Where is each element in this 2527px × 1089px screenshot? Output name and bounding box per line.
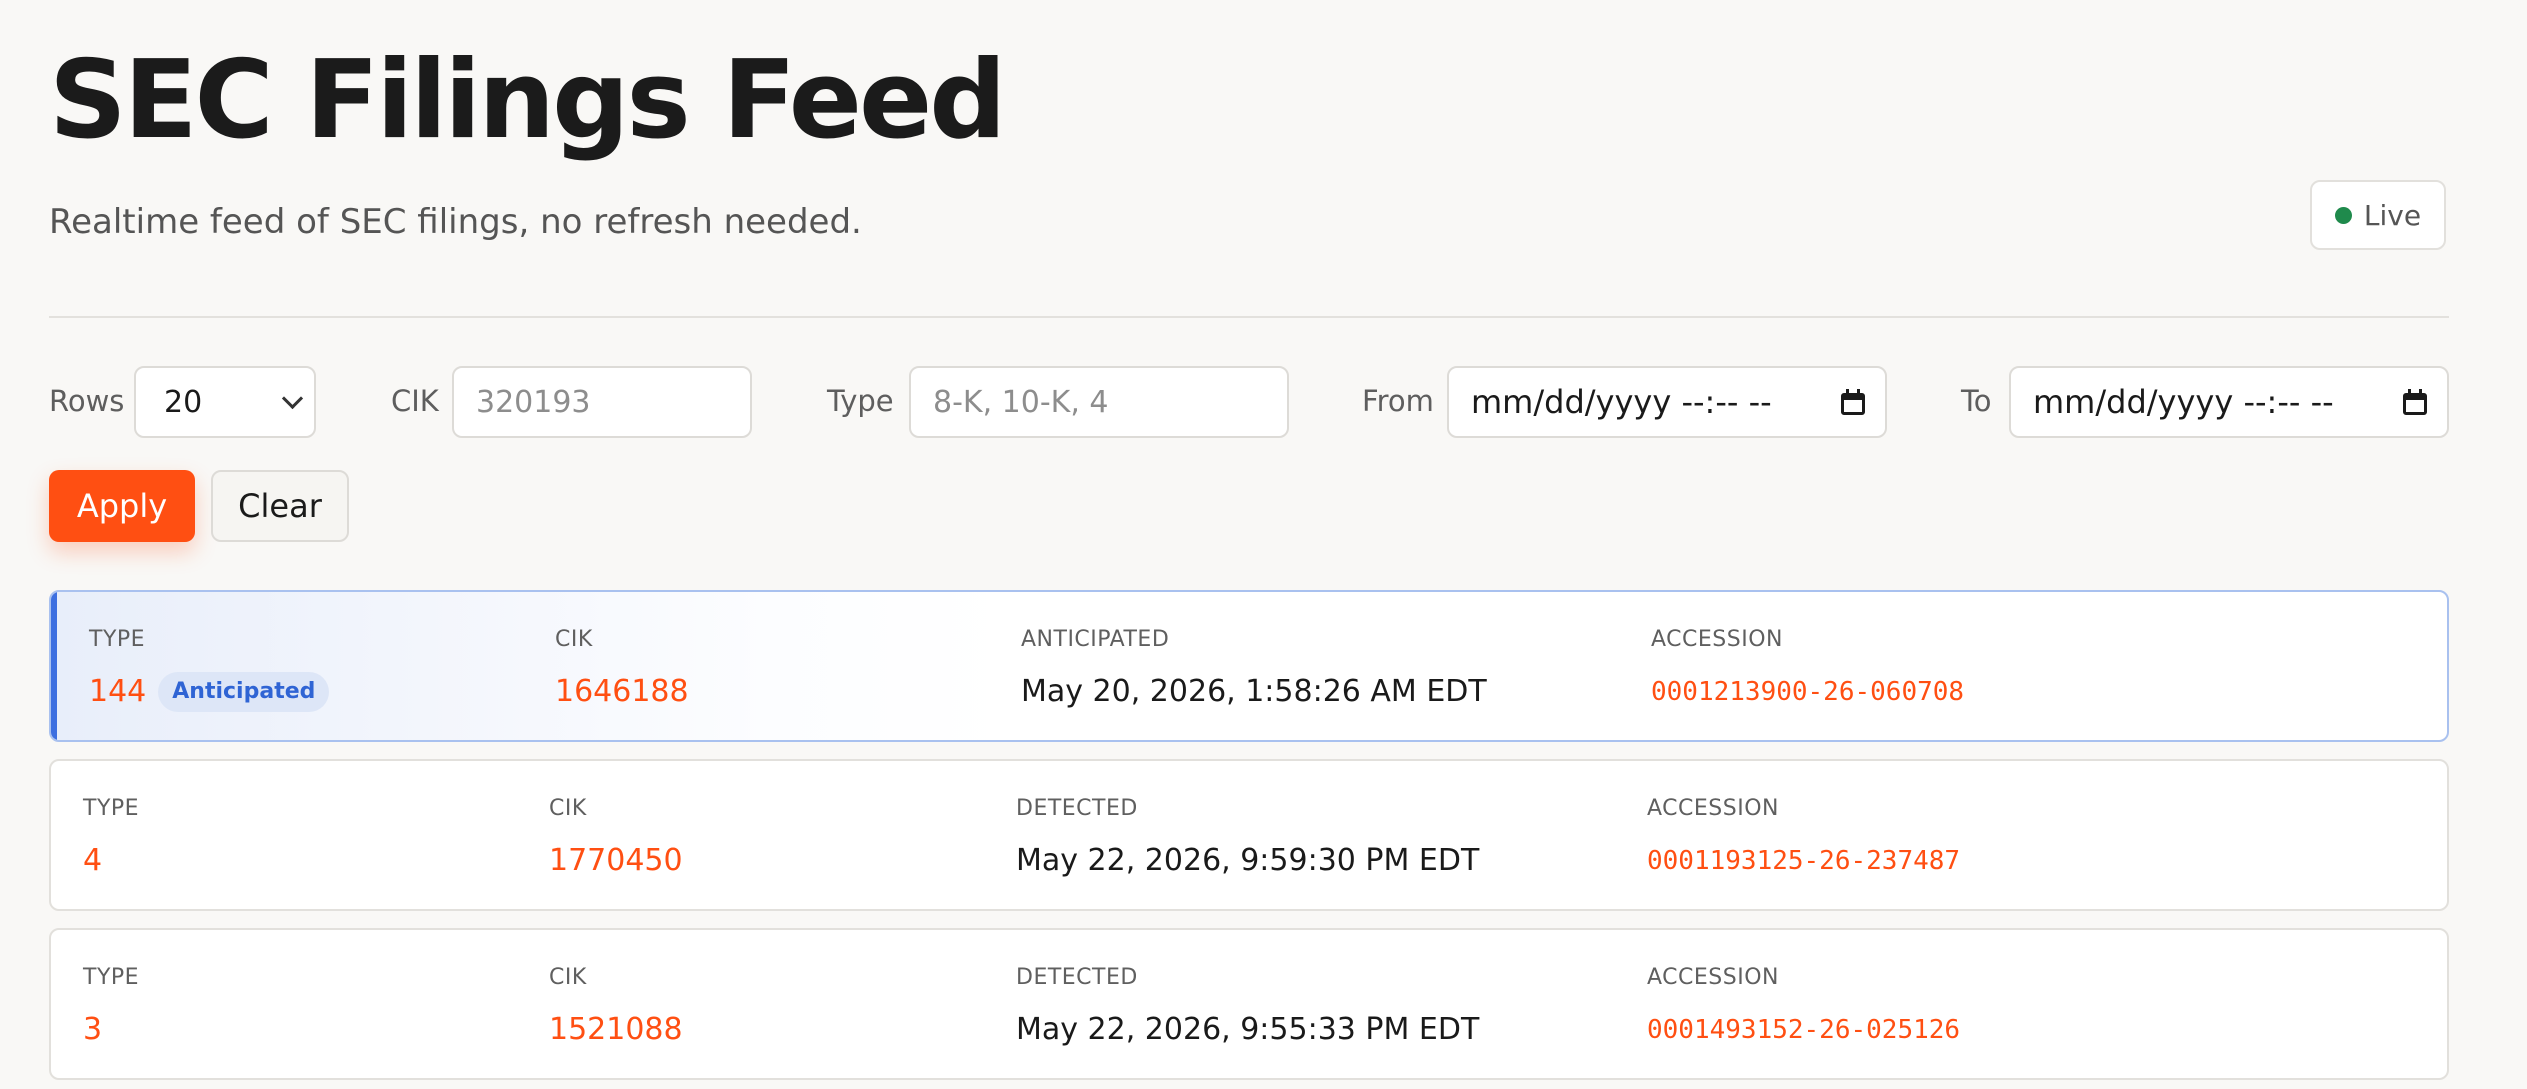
filing-card[interactable]: TYPE 3 CIK 1521088 DETECTED May 22, 2026…	[49, 928, 2449, 1080]
anticipated-badge: Anticipated	[158, 672, 330, 712]
calendar-icon[interactable]	[1841, 389, 1865, 415]
type-input[interactable]	[909, 366, 1289, 438]
chevron-down-icon	[281, 387, 304, 409]
date-value: May 20, 2026, 1:58:26 AM EDT	[1021, 674, 1487, 709]
page-title: SEC Filings Feed	[49, 38, 1007, 163]
accession-value[interactable]: 0001493152-26-025126	[1647, 1010, 1960, 1050]
cik-label: CIK	[391, 384, 439, 418]
accession-column-label: ACCESSION	[1647, 965, 1779, 990]
filing-card[interactable]: TYPE 4 CIK 1770450 DETECTED May 22, 2026…	[49, 759, 2449, 911]
date-column-label: DETECTED	[1016, 796, 1138, 821]
cik-value[interactable]: 1770450	[549, 841, 683, 881]
cik-column-label: CIK	[549, 796, 587, 821]
accession-column-label: ACCESSION	[1651, 627, 1783, 652]
live-dot-icon	[2334, 206, 2352, 224]
accession-value[interactable]: 0001193125-26-237487	[1647, 841, 1960, 881]
accession-column: ACCESSION 0001493152-26-025126	[1647, 964, 1960, 1050]
type-column: TYPE 4	[83, 795, 139, 881]
filing-type-value: 4	[83, 843, 103, 878]
rows-select[interactable]: 20	[134, 366, 316, 438]
apply-button[interactable]: Apply	[49, 470, 195, 542]
page-subtitle: Realtime feed of SEC filings, no refresh…	[49, 202, 862, 242]
calendar-icon[interactable]	[2403, 389, 2427, 415]
accession-value[interactable]: 0001213900-26-060708	[1651, 672, 1964, 712]
cik-column: CIK 1770450	[549, 795, 683, 881]
to-label: To	[1961, 384, 1992, 418]
type-column-label: TYPE	[83, 796, 140, 821]
from-datetime-input[interactable]: mm/dd/yyyy --:-- --	[1447, 366, 1887, 438]
type-column-label: TYPE	[89, 627, 146, 652]
type-column-label: TYPE	[83, 965, 140, 990]
date-column-label: ANTICIPATED	[1021, 627, 1170, 652]
type-label: Type	[827, 384, 894, 418]
rows-label: Rows	[49, 384, 125, 418]
cik-value[interactable]: 1521088	[549, 1010, 683, 1050]
cik-column: CIK 1646188	[555, 626, 689, 712]
type-column: TYPE 144 Anticipated	[89, 626, 330, 712]
accession-column: ACCESSION 0001213900-26-060708	[1651, 626, 1964, 712]
date-value: May 22, 2026, 9:55:33 PM EDT	[1016, 1012, 1480, 1047]
filing-type-value: 3	[83, 1012, 103, 1047]
date-column: DETECTED May 22, 2026, 9:59:30 PM EDT	[1016, 795, 1479, 881]
accession-column-label: ACCESSION	[1647, 796, 1779, 821]
from-label: From	[1362, 384, 1434, 418]
to-datetime-input[interactable]: mm/dd/yyyy --:-- --	[2009, 366, 2449, 438]
filing-card-anticipated[interactable]: TYPE 144 Anticipated CIK 1646188 ANTICIP…	[49, 590, 2449, 742]
live-status-label: Live	[2363, 198, 2422, 232]
date-column: DETECTED May 22, 2026, 9:55:33 PM EDT	[1016, 964, 1479, 1050]
date-column: ANTICIPATED May 20, 2026, 1:58:26 AM EDT	[1021, 626, 1487, 712]
clear-button[interactable]: Clear	[211, 470, 349, 542]
date-value: May 22, 2026, 9:59:30 PM EDT	[1016, 843, 1480, 878]
type-column: TYPE 3	[83, 964, 139, 1050]
cik-column-label: CIK	[549, 965, 587, 990]
cik-input[interactable]	[452, 366, 752, 438]
date-column-label: DETECTED	[1016, 965, 1138, 990]
cik-column: CIK 1521088	[549, 964, 683, 1050]
accession-column: ACCESSION 0001193125-26-237487	[1647, 795, 1960, 881]
filing-type-value: 144	[89, 674, 147, 709]
live-status-badge: Live	[2310, 180, 2446, 250]
to-datetime-placeholder: mm/dd/yyyy --:-- --	[2033, 383, 2334, 421]
header-divider	[49, 316, 2449, 318]
cik-value[interactable]: 1646188	[555, 672, 689, 712]
cik-column-label: CIK	[555, 627, 593, 652]
rows-select-value: 20	[164, 384, 203, 420]
from-datetime-placeholder: mm/dd/yyyy --:-- --	[1471, 383, 1772, 421]
type-value-row: 144 Anticipated	[89, 672, 330, 712]
